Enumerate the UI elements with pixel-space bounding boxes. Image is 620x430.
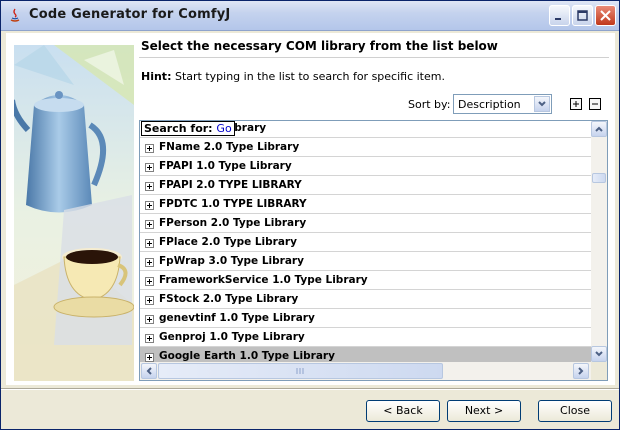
scroll-up-button[interactable] — [591, 121, 607, 137]
window-close-button[interactable] — [595, 5, 616, 26]
expand-icon[interactable] — [145, 163, 154, 172]
list-item-label: FPDTC 1.0 TYPE LIBRARY — [159, 198, 307, 210]
scroll-left-button[interactable] — [141, 363, 157, 379]
expand-icon[interactable] — [145, 201, 154, 210]
list-item[interactable]: genevtinf 1.0 Type Library — [140, 309, 591, 328]
list-item[interactable]: FPerson 2.0 Type Library — [140, 214, 591, 233]
next-button[interactable]: Next > — [447, 400, 521, 422]
minus-icon — [592, 103, 598, 105]
list-item-selected[interactable]: Google Earth 1.0 Type Library — [140, 347, 591, 362]
list-item-label: FPlace 2.0 Type Library — [159, 236, 297, 248]
expand-icon[interactable] — [145, 220, 154, 229]
chevron-left-icon — [146, 367, 152, 375]
grip-icon — [296, 368, 304, 374]
list-item-label: FpWrap 3.0 Type Library — [159, 255, 304, 267]
list-item[interactable]: FPDTC 1.0 TYPE LIBRARY — [140, 195, 591, 214]
vertical-scrollbar[interactable] — [591, 121, 607, 362]
page-heading: Select the necessary COM library from th… — [141, 39, 498, 53]
expand-icon[interactable] — [145, 315, 154, 324]
expand-icon[interactable] — [145, 182, 154, 191]
search-label: Search for: — [144, 122, 213, 135]
horizontal-scroll-thumb[interactable] — [158, 363, 443, 379]
list-item[interactable]: Genproj 1.0 Type Library — [140, 328, 591, 347]
expand-icon[interactable] — [145, 144, 154, 153]
wizard-content: Select the necessary COM library from th… — [6, 33, 615, 385]
chevron-down-icon — [595, 351, 603, 357]
java-app-icon — [7, 7, 23, 23]
horizontal-scrollbar[interactable] — [140, 362, 591, 380]
list-item-label: Google Earth 1.0 Type Library — [159, 350, 335, 362]
coffee-illustration-image — [14, 45, 134, 381]
scroll-down-button[interactable] — [591, 346, 607, 362]
hint-label: Hint: — [141, 70, 172, 83]
expand-icon[interactable] — [145, 334, 154, 343]
expand-all-button[interactable] — [570, 98, 582, 110]
list-item-label: FStock 2.0 Type Library — [159, 293, 299, 305]
sort-by-dropdown[interactable]: Description — [453, 94, 552, 114]
sort-by-label: Sort by: — [408, 98, 451, 111]
window-title: Code Generator for ComfyJ — [29, 7, 231, 22]
expand-icon[interactable] — [145, 277, 154, 286]
search-go-link[interactable]: Go — [216, 122, 231, 135]
collapse-all-button[interactable] — [589, 98, 601, 110]
close-button[interactable]: Close — [538, 400, 612, 422]
list-item[interactable]: FStock 2.0 Type Library — [140, 290, 591, 309]
list-item-label: FrameworkService 1.0 Type Library — [159, 274, 368, 286]
list-item-label: FPerson 2.0 Type Library — [159, 217, 307, 229]
dialog-window: Code Generator for ComfyJ Select the nec… — [0, 0, 620, 430]
list-item-label: Genproj 1.0 Type Library — [159, 331, 305, 343]
chevron-up-icon — [595, 126, 603, 132]
close-icon — [600, 10, 611, 21]
search-popup[interactable]: Search for: Go — [141, 121, 235, 136]
chevron-right-icon — [578, 367, 584, 375]
expand-icon[interactable] — [145, 353, 154, 362]
list-item[interactable]: FrameworkService 1.0 Type Library — [140, 271, 591, 290]
expand-icon[interactable] — [145, 239, 154, 248]
scrollbar-corner — [591, 362, 607, 380]
maximize-icon — [577, 10, 588, 21]
library-list[interactable]: Library Search for: Go FName 2.0 Type Li… — [139, 120, 608, 381]
list-item-label: genevtinf 1.0 Type Library — [159, 312, 315, 324]
expand-icon[interactable] — [145, 296, 154, 305]
expand-icon[interactable] — [145, 258, 154, 267]
maximize-button[interactable] — [572, 5, 593, 26]
vertical-scroll-thumb[interactable] — [592, 173, 606, 183]
dropdown-arrow-button[interactable] — [534, 96, 550, 112]
list-item-label: FPAPI 1.0 Type Library — [159, 160, 292, 172]
sort-by-value: Description — [458, 98, 521, 111]
minimize-icon — [555, 18, 561, 20]
list-item[interactable]: FpWrap 3.0 Type Library — [140, 252, 591, 271]
back-button[interactable]: < Back — [366, 400, 440, 422]
list-item-label: FPAPI 2.0 TYPE LIBRARY — [159, 179, 302, 191]
minimize-button[interactable] — [549, 5, 570, 26]
plus-icon — [573, 101, 579, 107]
scroll-right-button[interactable] — [573, 363, 589, 379]
button-bar-divider — [1, 388, 619, 390]
library-list-rows: Library Search for: Go FName 2.0 Type Li… — [140, 121, 591, 362]
hint-text: Hint: Start typing in the list to search… — [141, 70, 445, 83]
list-item[interactable]: FPAPI 2.0 TYPE LIBRARY — [140, 176, 591, 195]
list-item[interactable]: FPlace 2.0 Type Library — [140, 233, 591, 252]
list-item[interactable]: FName 2.0 Type Library — [140, 138, 591, 157]
hint-message: Start typing in the list to search for s… — [171, 70, 445, 83]
heading-divider — [139, 57, 609, 58]
list-item-label: FName 2.0 Type Library — [159, 141, 300, 153]
chevron-down-icon — [538, 101, 546, 107]
list-item[interactable]: FPAPI 1.0 Type Library — [140, 157, 591, 176]
title-bar[interactable]: Code Generator for ComfyJ — [1, 1, 619, 31]
